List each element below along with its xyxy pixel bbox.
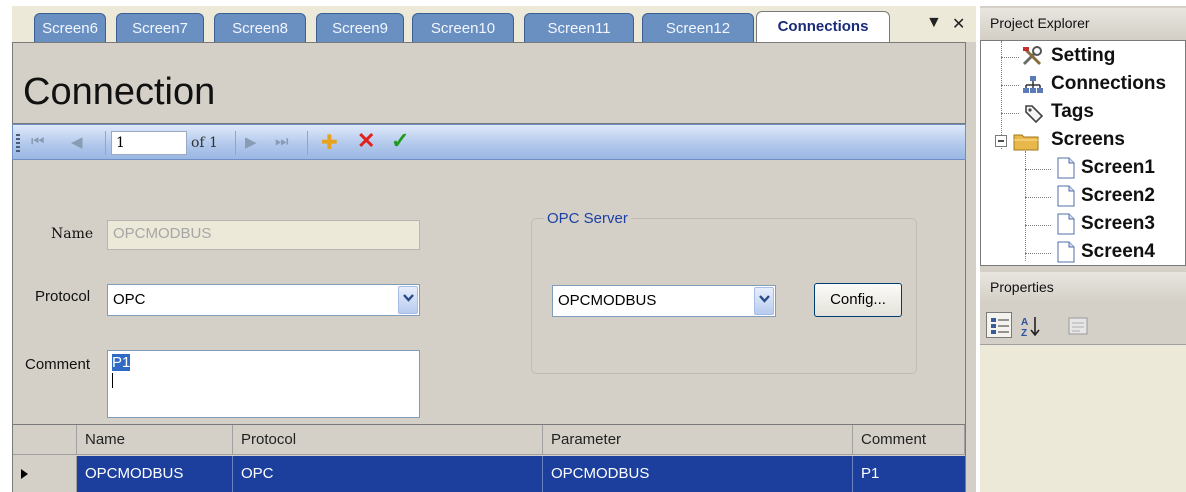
last-record-icon[interactable]: ⏭: [275, 133, 289, 150]
tab-screen11[interactable]: Screen11: [524, 13, 634, 42]
app-root: Screen6 Screen7 Screen8 Screen9 Screen10…: [0, 0, 1186, 492]
tab-screen8[interactable]: Screen8: [214, 13, 306, 42]
tree-line: [1025, 197, 1051, 198]
tab-screen10[interactable]: Screen10: [412, 13, 514, 42]
page-header: Connection: [12, 42, 966, 124]
tab-screen6[interactable]: Screen6: [34, 13, 106, 42]
cell-comment[interactable]: P1: [853, 456, 965, 492]
text-caret: [112, 373, 113, 388]
add-record-icon[interactable]: ✚: [321, 130, 338, 155]
protocol-selected-value: OPC: [113, 291, 146, 308]
tree-line: [1001, 57, 1019, 58]
categorized-view-button[interactable]: [986, 312, 1012, 338]
tree-item-setting[interactable]: Setting: [1051, 45, 1115, 67]
delete-record-icon[interactable]: ✕: [357, 128, 375, 154]
tree-line: [1025, 225, 1051, 226]
alphabetical-sort-button[interactable]: A Z: [1016, 312, 1042, 338]
protocol-label: Protocol: [35, 288, 91, 305]
property-pages-button[interactable]: [1064, 312, 1090, 338]
toolbar-grip[interactable]: [16, 134, 20, 152]
tree-item-screen4[interactable]: Screen4: [1081, 241, 1155, 263]
record-position-input[interactable]: [111, 131, 187, 155]
svg-text:Z: Z: [1021, 328, 1027, 337]
current-row-arrow-icon: [21, 469, 28, 479]
document-icon: [1057, 157, 1075, 179]
column-header-parameter[interactable]: Parameter: [543, 425, 853, 455]
tree-item-tags[interactable]: Tags: [1051, 101, 1094, 123]
tree-item-screen1[interactable]: Screen1: [1081, 157, 1155, 179]
tab-screen9[interactable]: Screen9: [316, 13, 404, 42]
collapse-icon[interactable]: [995, 135, 1007, 147]
project-explorer-title: Project Explorer: [980, 8, 1186, 38]
record-count-label: of 1: [191, 135, 218, 151]
save-record-icon[interactable]: ✓: [391, 128, 409, 154]
tree-item-screen3[interactable]: Screen3: [1081, 213, 1155, 235]
column-header-comment[interactable]: Comment: [853, 425, 965, 455]
cell-name[interactable]: OPCMODBUS: [77, 456, 233, 492]
toolbar-separator: [307, 131, 308, 155]
table-row[interactable]: OPCMODBUS OPC OPCMODBUS P1: [13, 456, 965, 492]
previous-record-icon[interactable]: ◀: [71, 133, 83, 151]
tree-item-screen2[interactable]: Screen2: [1081, 185, 1155, 207]
tree-item-connections[interactable]: Connections: [1051, 73, 1166, 95]
grid-corner-header: [13, 425, 77, 455]
toolbar-separator: [105, 131, 106, 155]
close-tab-icon[interactable]: ✕: [952, 14, 965, 34]
cell-parameter[interactable]: OPCMODBUS: [543, 456, 853, 492]
name-label: Name: [51, 226, 94, 242]
tab-bar: Screen6 Screen7 Screen8 Screen9 Screen10…: [12, 6, 976, 42]
comment-label: Comment: [25, 356, 91, 373]
tree-line: [1025, 253, 1051, 254]
first-record-icon[interactable]: ⏮: [31, 133, 45, 150]
connections-grid: Name Protocol Parameter Comment OPCMODBU…: [12, 424, 966, 492]
tree-line: [1001, 113, 1019, 114]
project-explorer-tree: Setting Connections Tags Screens Screen1…: [980, 40, 1186, 266]
opc-server-select[interactable]: OPCMODBUS: [552, 285, 776, 317]
name-field[interactable]: OPCMODBUS: [107, 220, 420, 250]
record-navigator: ⏮ ◀ of 1 ▶ ⏭ ✚ ✕ ✓: [12, 124, 966, 160]
sort-az-icon: A Z: [1021, 317, 1040, 337]
comment-textarea[interactable]: P1: [107, 350, 420, 418]
tree-item-screens[interactable]: Screens: [1051, 129, 1125, 151]
tab-list-dropdown-icon[interactable]: ▼: [926, 14, 942, 32]
tab-screen7[interactable]: Screen7: [116, 13, 204, 42]
cell-protocol[interactable]: OPC: [233, 456, 543, 492]
svg-text:A: A: [1021, 317, 1028, 328]
next-record-icon[interactable]: ▶: [245, 133, 257, 151]
tag-icon: [1025, 105, 1044, 124]
properties-grid: [980, 344, 1186, 492]
tab-connections[interactable]: Connections: [756, 11, 890, 42]
folder-icon: [1013, 134, 1039, 151]
opc-server-group-title: OPC Server: [544, 210, 631, 227]
side-panels: Project Explorer Setting Connections Tag…: [980, 6, 1186, 492]
toolbar-separator: [235, 131, 236, 155]
page-title: Connection: [23, 71, 216, 113]
tools-icon: [1022, 46, 1042, 66]
opc-server-selected-value: OPCMODBUS: [558, 292, 657, 309]
categorized-icon: [991, 318, 1009, 334]
column-header-name[interactable]: Name: [77, 425, 233, 455]
document-icon: [1057, 213, 1075, 235]
chevron-down-icon[interactable]: [398, 286, 418, 314]
document-area: Screen6 Screen7 Screen8 Screen9 Screen10…: [12, 6, 976, 492]
network-icon: [1023, 76, 1043, 93]
opc-server-group: OPC Server OPCMODBUS Config...: [531, 210, 917, 374]
tree-line: [1001, 85, 1019, 86]
tab-screen12[interactable]: Screen12: [642, 13, 754, 42]
properties-toolbar: A Z: [980, 306, 1186, 344]
properties-title: Properties: [980, 272, 1186, 302]
column-header-protocol[interactable]: Protocol: [233, 425, 543, 455]
row-selector[interactable]: [13, 456, 77, 492]
comment-text: P1: [112, 354, 131, 371]
property-pages-icon: [1068, 317, 1088, 335]
protocol-select[interactable]: OPC: [107, 284, 420, 316]
chevron-down-icon[interactable]: [754, 287, 774, 315]
document-icon: [1057, 241, 1075, 263]
connection-form: Name OPCMODBUS Protocol OPC Comment P1 O…: [12, 160, 966, 424]
document-icon: [1057, 185, 1075, 207]
tree-line: [1025, 151, 1026, 261]
tree-line: [1025, 169, 1051, 170]
config-button[interactable]: Config...: [814, 283, 902, 317]
